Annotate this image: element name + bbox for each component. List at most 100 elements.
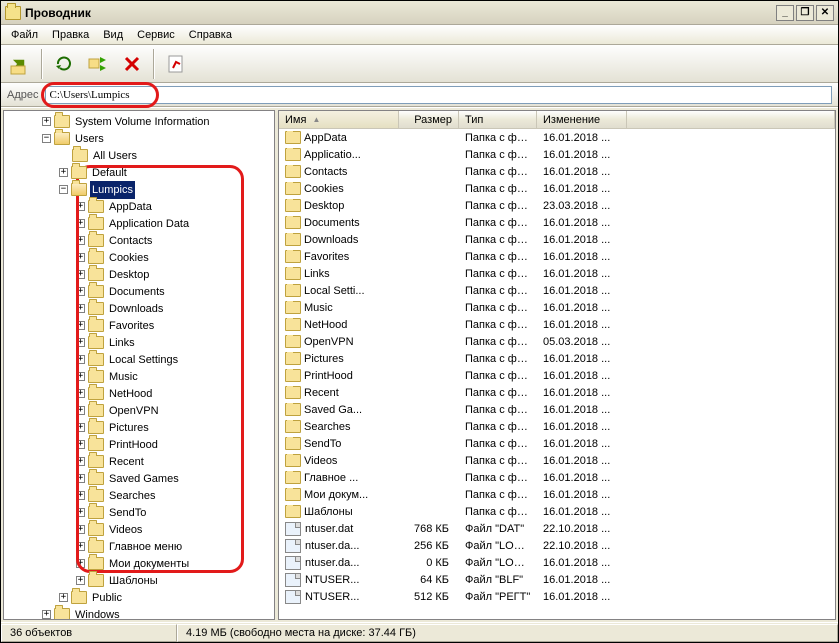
- tree-child-8[interactable]: +Links: [4, 334, 274, 351]
- list-item[interactable]: ntuser.da...0 КБФайл "LOG2"16.01.2018 ..…: [279, 554, 835, 571]
- tree-child-10[interactable]: +Music: [4, 368, 274, 385]
- tree-child-6[interactable]: +Downloads: [4, 300, 274, 317]
- col-name[interactable]: Имя▲: [279, 111, 399, 128]
- expand-icon[interactable]: +: [76, 491, 85, 500]
- up-button[interactable]: [5, 49, 35, 79]
- tree-child-11[interactable]: +NetHood: [4, 385, 274, 402]
- expand-icon[interactable]: +: [76, 423, 85, 432]
- list-item[interactable]: Главное ...Папка с фа...16.01.2018 ...: [279, 469, 835, 486]
- tree-child-13[interactable]: +Pictures: [4, 419, 274, 436]
- expand-icon[interactable]: +: [76, 576, 85, 585]
- list-item[interactable]: NTUSER...64 КБФайл "BLF"16.01.2018 ...: [279, 571, 835, 588]
- menu-edit[interactable]: Правка: [46, 27, 95, 43]
- tree-child-19[interactable]: +Videos: [4, 521, 274, 538]
- copy-button[interactable]: [83, 49, 113, 79]
- tree-child-1[interactable]: +Application Data: [4, 215, 274, 232]
- properties-button[interactable]: [161, 49, 191, 79]
- tree-child-5[interactable]: +Documents: [4, 283, 274, 300]
- expand-icon[interactable]: +: [76, 525, 85, 534]
- list-item[interactable]: Applicatio...Папка с фа...16.01.2018 ...: [279, 146, 835, 163]
- list-item[interactable]: PicturesПапка с фа...16.01.2018 ...: [279, 350, 835, 367]
- tree-child-22[interactable]: +Шаблоны: [4, 572, 274, 589]
- list-item[interactable]: DesktopПапка с фа...23.03.2018 ...: [279, 197, 835, 214]
- list-item[interactable]: SendToПапка с фа...16.01.2018 ...: [279, 435, 835, 452]
- menu-view[interactable]: Вид: [97, 27, 129, 43]
- expand-icon[interactable]: +: [76, 236, 85, 245]
- list-item[interactable]: PrintHoodПапка с фа...16.01.2018 ...: [279, 367, 835, 384]
- tree-child-18[interactable]: +SendTo: [4, 504, 274, 521]
- tree-svi[interactable]: +System Volume Information: [4, 113, 274, 130]
- address-input[interactable]: [45, 86, 833, 104]
- list-item[interactable]: ntuser.dat768 КБФайл "DAT"22.10.2018 ...: [279, 520, 835, 537]
- expand-icon[interactable]: +: [76, 219, 85, 228]
- refresh-button[interactable]: [49, 49, 79, 79]
- list-item[interactable]: VideosПапка с фа...16.01.2018 ...: [279, 452, 835, 469]
- list-item[interactable]: SearchesПапка с фа...16.01.2018 ...: [279, 418, 835, 435]
- list-item[interactable]: CookiesПапка с фа...16.01.2018 ...: [279, 180, 835, 197]
- menu-file[interactable]: Файл: [5, 27, 44, 43]
- list-item[interactable]: MusicПапка с фа...16.01.2018 ...: [279, 299, 835, 316]
- expand-icon[interactable]: +: [76, 542, 85, 551]
- list-item[interactable]: OpenVPNПапка с фа...05.03.2018 ...: [279, 333, 835, 350]
- list-item[interactable]: LinksПапка с фа...16.01.2018 ...: [279, 265, 835, 282]
- collapse-icon[interactable]: −: [59, 185, 68, 194]
- maximize-button[interactable]: ❐: [796, 5, 814, 21]
- menu-tools[interactable]: Сервис: [131, 27, 181, 43]
- list-item[interactable]: Мои докум...Папка с фа...16.01.2018 ...: [279, 486, 835, 503]
- list-item[interactable]: NTUSER...512 КБФайл "РЕГТ"16.01.2018 ...: [279, 588, 835, 605]
- collapse-icon[interactable]: −: [42, 134, 51, 143]
- expand-icon[interactable]: +: [76, 474, 85, 483]
- col-modified[interactable]: Изменение: [537, 111, 627, 128]
- expand-icon[interactable]: +: [76, 508, 85, 517]
- tree-lumpics[interactable]: −Lumpics: [4, 181, 274, 198]
- list-item[interactable]: ntuser.da...256 КБФайл "LOG1"22.10.2018 …: [279, 537, 835, 554]
- tree-child-14[interactable]: +PrintHood: [4, 436, 274, 453]
- tree-public[interactable]: +Public: [4, 589, 274, 606]
- expand-icon[interactable]: +: [76, 338, 85, 347]
- expand-icon[interactable]: +: [76, 457, 85, 466]
- list-item[interactable]: DocumentsПапка с фа...16.01.2018 ...: [279, 214, 835, 231]
- minimize-button[interactable]: _: [776, 5, 794, 21]
- tree-child-7[interactable]: +Favorites: [4, 317, 274, 334]
- list-item[interactable]: ШаблоныПапка с фа...16.01.2018 ...: [279, 503, 835, 520]
- list-item[interactable]: Local Setti...Папка с фа...16.01.2018 ..…: [279, 282, 835, 299]
- expand-icon[interactable]: +: [76, 389, 85, 398]
- list-item[interactable]: NetHoodПапка с фа...16.01.2018 ...: [279, 316, 835, 333]
- expand-icon[interactable]: +: [42, 117, 51, 126]
- expand-icon[interactable]: +: [76, 321, 85, 330]
- close-button[interactable]: ✕: [816, 5, 834, 21]
- list-item[interactable]: RecentПапка с фа...16.01.2018 ...: [279, 384, 835, 401]
- expand-icon[interactable]: +: [76, 253, 85, 262]
- list-item[interactable]: AppDataПапка с фа...16.01.2018 ...: [279, 129, 835, 146]
- list-item[interactable]: ContactsПапка с фа...16.01.2018 ...: [279, 163, 835, 180]
- tree-child-4[interactable]: +Desktop: [4, 266, 274, 283]
- folder-tree-pane[interactable]: +System Volume Information−UsersAll User…: [3, 110, 275, 620]
- tree-allusers[interactable]: All Users: [4, 147, 274, 164]
- col-size[interactable]: Размер: [399, 111, 459, 128]
- file-list[interactable]: AppDataПапка с фа...16.01.2018 ...Applic…: [279, 129, 835, 619]
- expand-icon[interactable]: +: [76, 202, 85, 211]
- menu-help[interactable]: Справка: [183, 27, 238, 43]
- list-item[interactable]: Saved Ga...Папка с фа...16.01.2018 ...: [279, 401, 835, 418]
- expand-icon[interactable]: +: [76, 406, 85, 415]
- expand-icon[interactable]: +: [59, 168, 68, 177]
- tree-child-12[interactable]: +OpenVPN: [4, 402, 274, 419]
- tree-default[interactable]: +Default: [4, 164, 274, 181]
- expand-icon[interactable]: +: [42, 610, 51, 619]
- tree-child-9[interactable]: +Local Settings: [4, 351, 274, 368]
- tree-child-16[interactable]: +Saved Games: [4, 470, 274, 487]
- tree-child-3[interactable]: +Cookies: [4, 249, 274, 266]
- tree-child-2[interactable]: +Contacts: [4, 232, 274, 249]
- delete-button[interactable]: [117, 49, 147, 79]
- expand-icon[interactable]: +: [76, 270, 85, 279]
- expand-icon[interactable]: +: [76, 287, 85, 296]
- tree-child-17[interactable]: +Searches: [4, 487, 274, 504]
- expand-icon[interactable]: +: [76, 304, 85, 313]
- tree-users[interactable]: −Users: [4, 130, 274, 147]
- list-item[interactable]: FavoritesПапка с фа...16.01.2018 ...: [279, 248, 835, 265]
- tree-child-20[interactable]: +Главное меню: [4, 538, 274, 555]
- titlebar[interactable]: Проводник _ ❐ ✕: [1, 1, 838, 25]
- tree-child-15[interactable]: +Recent: [4, 453, 274, 470]
- expand-icon[interactable]: +: [76, 440, 85, 449]
- col-type[interactable]: Тип: [459, 111, 537, 128]
